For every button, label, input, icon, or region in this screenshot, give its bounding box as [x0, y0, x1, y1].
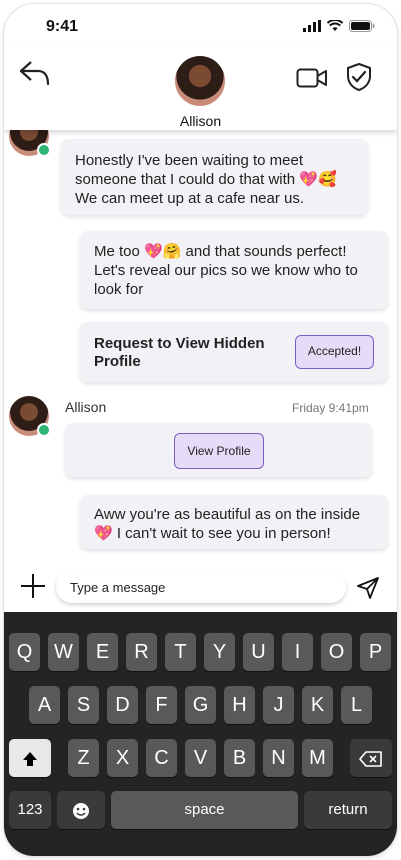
key-w[interactable]: W — [48, 633, 79, 671]
emoji-icon — [73, 802, 89, 819]
key-a[interactable]: A — [29, 686, 60, 724]
key-b[interactable]: B — [224, 739, 255, 777]
wifi-icon — [327, 20, 343, 31]
contact-name: Allison — [179, 113, 222, 129]
return-key[interactable]: return — [304, 791, 392, 829]
key-g[interactable]: G — [185, 686, 216, 724]
key-y[interactable]: Y — [204, 633, 235, 671]
back-button[interactable] — [18, 58, 52, 88]
message-text: Aww you're as beautiful as on the inside… — [94, 506, 361, 542]
status-bar: 9:41 — [4, 4, 397, 48]
key-u[interactable]: U — [243, 633, 274, 671]
add-attachment-icon[interactable] — [20, 573, 46, 599]
message-input[interactable] — [56, 571, 346, 603]
key-n[interactable]: N — [263, 739, 294, 777]
status-time: 9:41 — [46, 18, 79, 35]
key-d[interactable]: D — [107, 686, 138, 724]
view-profile-card: View Profile — [65, 423, 372, 477]
signal-icon — [303, 20, 321, 32]
message-text: Me too 💖🤗 and that sounds perfect! Let's… — [94, 243, 358, 298]
sender-name: Allison — [65, 399, 107, 415]
key-x[interactable]: X — [107, 739, 138, 777]
keyboard: Q W E R T Y U I O P A S D F G H J K L Z … — [4, 612, 397, 856]
phone-screen: 9:41 Allison Honestly I've been waiting … — [4, 4, 397, 856]
message-timestamp: Friday 9:41pm — [292, 401, 369, 415]
key-j[interactable]: J — [263, 686, 294, 724]
accepted-button[interactable]: Accepted! — [295, 335, 374, 369]
message-text: Honestly I've been waiting to meet someo… — [75, 152, 337, 207]
message-bubble-received[interactable]: Honestly I've been waiting to meet someo… — [61, 139, 368, 215]
backspace-icon — [359, 750, 382, 767]
key-s[interactable]: S — [68, 686, 99, 724]
key-t[interactable]: T — [165, 633, 196, 671]
key-k[interactable]: K — [302, 686, 333, 724]
key-c[interactable]: C — [146, 739, 177, 777]
status-icons — [303, 20, 375, 32]
message-bubble-sent[interactable]: Me too 💖🤗 and that sounds perfect! Let's… — [80, 231, 388, 309]
backspace-key[interactable] — [350, 739, 392, 777]
request-text: Request to View Hidden Profile — [94, 335, 265, 370]
send-icon[interactable] — [356, 576, 380, 600]
key-l[interactable]: L — [341, 686, 372, 724]
shift-key[interactable] — [9, 739, 51, 777]
key-r[interactable]: R — [126, 633, 157, 671]
key-o[interactable]: O — [321, 633, 352, 671]
video-call-icon[interactable] — [296, 66, 328, 90]
online-status-dot — [37, 423, 51, 437]
key-m[interactable]: M — [302, 739, 333, 777]
key-p[interactable]: P — [360, 633, 391, 671]
online-status-dot — [37, 143, 51, 157]
numbers-key[interactable]: 123 — [9, 791, 51, 829]
key-z[interactable]: Z — [68, 739, 99, 777]
key-e[interactable]: E — [87, 633, 118, 671]
emoji-key[interactable] — [57, 791, 105, 829]
space-key[interactable]: space — [111, 791, 298, 829]
chat-header: Allison — [4, 48, 397, 130]
key-q[interactable]: Q — [9, 633, 40, 671]
battery-icon — [349, 20, 375, 32]
chat-thread[interactable]: Honestly I've been waiting to meet someo… — [4, 116, 397, 560]
key-v[interactable]: V — [185, 739, 216, 777]
contact-avatar[interactable] — [175, 56, 225, 106]
profile-request-card: Request to View Hidden Profile Accepted! — [80, 322, 388, 382]
shift-icon — [23, 751, 37, 766]
key-i[interactable]: I — [282, 633, 313, 671]
key-h[interactable]: H — [224, 686, 255, 724]
shield-check-icon[interactable] — [346, 62, 372, 92]
view-profile-button[interactable]: View Profile — [174, 433, 264, 469]
key-f[interactable]: F — [146, 686, 177, 724]
message-bubble-sent[interactable]: Aww you're as beautiful as on the inside… — [80, 495, 388, 549]
message-composer — [4, 560, 397, 612]
